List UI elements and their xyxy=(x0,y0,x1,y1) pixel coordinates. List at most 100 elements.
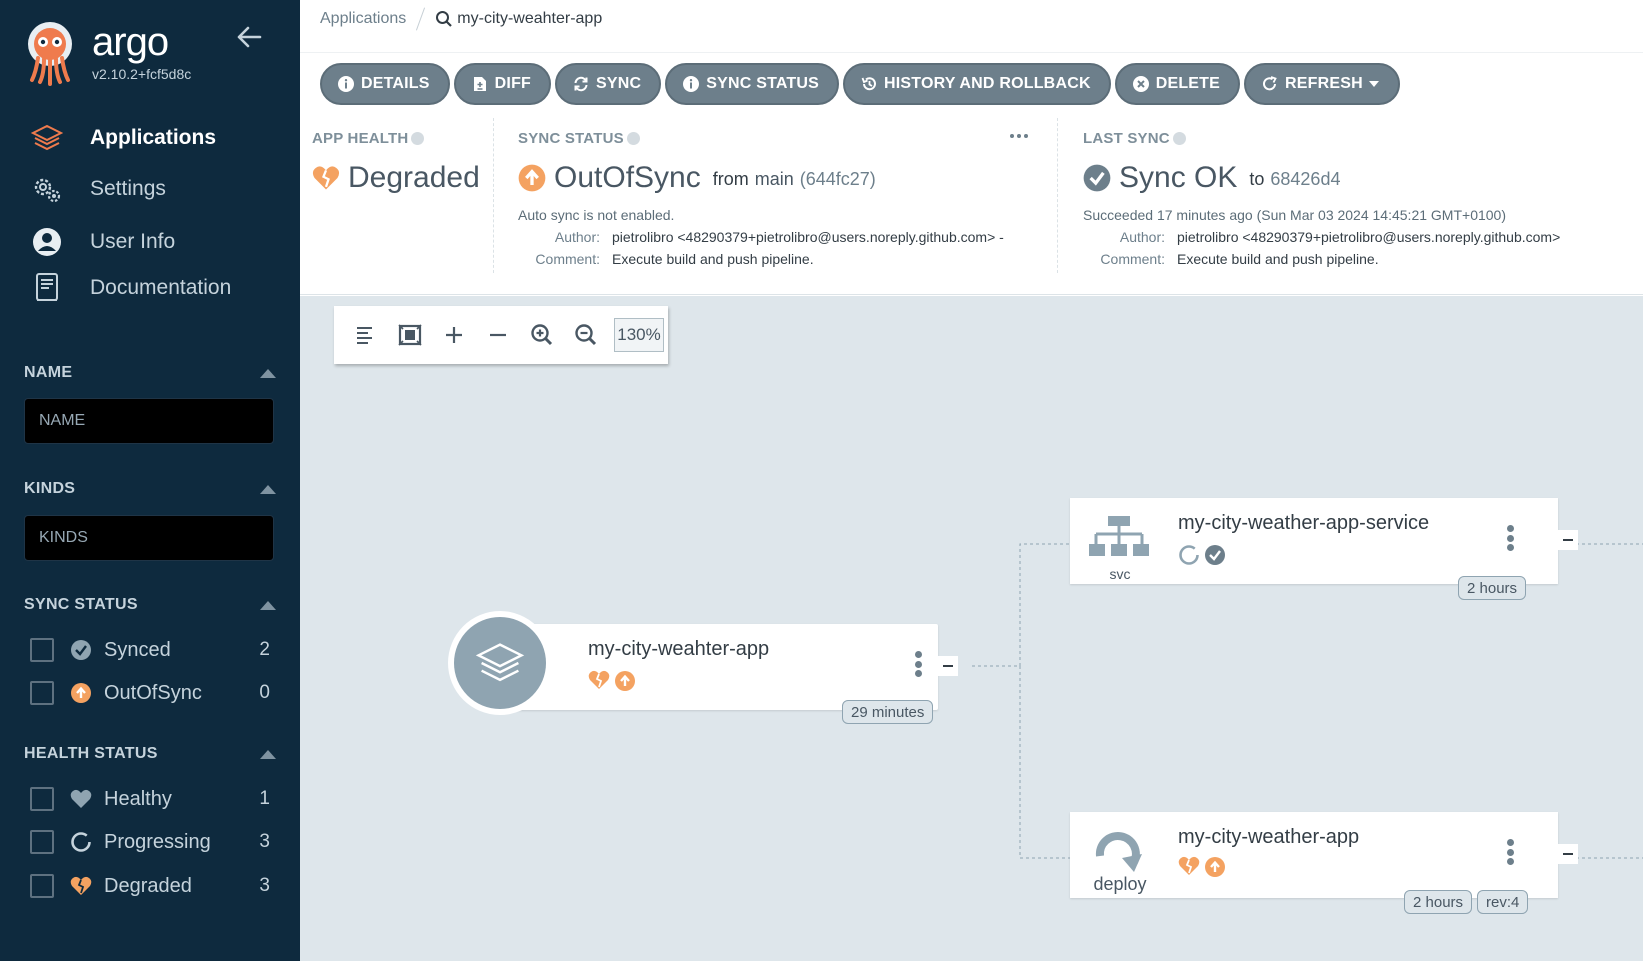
app-node[interactable]: my-city-weahter-app xyxy=(500,624,938,710)
revision-link[interactable]: (644fc27) xyxy=(800,169,876,190)
sidebar: argo v2.10.2+fcf5d8c Applications Settin… xyxy=(0,0,300,961)
revision-link[interactable]: 68426d4 xyxy=(1270,169,1340,190)
argo-logo xyxy=(28,22,72,86)
auto-sync-note: Auto sync is not enabled. xyxy=(518,207,675,223)
help-icon[interactable] xyxy=(626,132,640,145)
delete-button[interactable]: DELETE xyxy=(1114,63,1241,105)
last-sync-value: Sync OK to 68426d4 xyxy=(1083,161,1643,195)
collapse-triangle-icon[interactable] xyxy=(260,600,276,610)
filter-kinds-header: KINDS xyxy=(24,480,276,498)
check-circle-icon xyxy=(70,639,92,661)
history-icon xyxy=(861,76,877,92)
sync-status-section: SYNC STATUS OutOfSync from main (644fc27… xyxy=(518,130,1038,290)
history-rollback-button[interactable]: HISTORY AND ROLLBACK xyxy=(843,63,1111,105)
nav-label: User Info xyxy=(90,230,176,253)
sync-arrows-icon xyxy=(573,76,589,92)
rotate-arrow-icon xyxy=(1095,832,1142,872)
search-icon xyxy=(436,11,453,27)
diff-button[interactable]: DIFF xyxy=(453,63,552,105)
help-icon[interactable] xyxy=(1172,132,1186,145)
app-health-label: APP HEALTH xyxy=(312,130,492,147)
name-filter-input[interactable] xyxy=(24,398,274,444)
sync-status-button[interactable]: SYNC STATUS xyxy=(665,63,840,105)
collapse-triangle-icon[interactable] xyxy=(260,368,276,378)
nav-user-info[interactable]: User Info xyxy=(30,224,175,260)
filter-healthy[interactable]: Healthy 1 xyxy=(30,783,270,815)
help-icon[interactable] xyxy=(411,132,425,145)
nav-label: Applications xyxy=(90,126,217,149)
kinds-filter-input[interactable] xyxy=(24,515,274,561)
heart-broken-icon xyxy=(588,670,610,689)
button-label: DELETE xyxy=(1155,75,1221,92)
deploy-node[interactable]: deploy my-city-weather-app xyxy=(1070,812,1558,898)
service-node[interactable]: svc my-city-weather-app-service xyxy=(1070,498,1558,584)
resource-tree-canvas[interactable]: 130% my-city-weahter-app 29 minutes svc … xyxy=(300,296,1643,961)
arrow-up-circle-icon xyxy=(518,164,546,192)
collapse-node-toggle[interactable] xyxy=(938,656,958,676)
checkbox[interactable] xyxy=(30,681,54,705)
circle-notch-icon xyxy=(70,831,92,853)
node-title: my-city-weather-app-service xyxy=(1178,512,1430,534)
app-health-value: Degraded xyxy=(312,161,492,195)
checkbox[interactable] xyxy=(30,830,54,854)
nav-label: Documentation xyxy=(90,276,232,299)
button-label: SYNC STATUS xyxy=(706,75,820,92)
redo-icon xyxy=(1262,76,1278,92)
sync-status-value: OutOfSync from main (644fc27) xyxy=(518,161,1038,195)
filter-name-header: NAME xyxy=(24,364,276,382)
sync-button[interactable]: SYNC xyxy=(555,63,662,105)
collapse-node-toggle[interactable] xyxy=(1558,530,1578,550)
nav-settings[interactable]: Settings xyxy=(30,171,166,207)
node-title: my-city-weahter-app xyxy=(588,638,770,660)
filter-title: NAME xyxy=(24,364,73,381)
node-status-badges xyxy=(1178,544,1226,566)
times-circle-icon xyxy=(1132,76,1149,92)
age-tag: 2 hours xyxy=(1458,576,1527,600)
divider xyxy=(493,118,494,273)
breadcrumb-applications[interactable]: Applications xyxy=(320,10,406,28)
collapse-triangle-icon[interactable] xyxy=(260,749,276,759)
main-content: Applications my-city-weahter-app DETAILS… xyxy=(300,0,1643,961)
brand-name: argo xyxy=(92,20,169,64)
button-label: REFRESH xyxy=(1285,75,1363,92)
collapse-node-toggle[interactable] xyxy=(1558,844,1578,864)
info-circle-icon xyxy=(338,76,354,92)
layers-icon xyxy=(30,121,64,155)
filter-title: HEALTH STATUS xyxy=(24,745,158,762)
filter-sync-status-header: SYNC STATUS xyxy=(24,596,276,614)
filter-progressing[interactable]: Progressing 3 xyxy=(30,826,270,858)
breadcrumb-separator xyxy=(416,7,426,31)
nav-documentation[interactable]: Documentation xyxy=(30,270,231,306)
more-options-button[interactable] xyxy=(1010,132,1030,140)
app-toolbar: DETAILS DIFF SYNC SYNC STATUS HISTORY AN… xyxy=(320,63,1400,105)
button-label: DETAILS xyxy=(361,75,430,92)
details-button[interactable]: DETAILS xyxy=(320,63,450,105)
collapse-triangle-icon[interactable] xyxy=(260,484,276,494)
kebab-menu-icon[interactable] xyxy=(1502,836,1518,868)
checkbox[interactable] xyxy=(30,638,54,662)
collapse-sidebar-arrow-icon[interactable] xyxy=(234,24,264,50)
kebab-menu-icon[interactable] xyxy=(910,648,926,680)
sync-comment-row: Comment: Execute build and push pipeline… xyxy=(535,251,814,267)
heart-broken-icon xyxy=(1178,856,1200,875)
app-node-icon-wrap xyxy=(448,611,552,715)
filter-outofsync[interactable]: OutOfSync 0 xyxy=(30,677,270,709)
divider xyxy=(300,52,1643,53)
last-sync-section: LAST SYNC Sync OK to 68426d4 Succeeded 1… xyxy=(1083,130,1643,290)
filter-title: KINDS xyxy=(24,480,76,497)
breadcrumb: Applications my-city-weahter-app xyxy=(320,6,602,32)
filter-synced[interactable]: Synced 2 xyxy=(30,634,270,666)
kind-label: deploy xyxy=(1093,874,1147,894)
checkbox[interactable] xyxy=(30,874,54,898)
button-label: DIFF xyxy=(494,75,532,92)
filter-label: Degraded xyxy=(104,874,192,897)
sitemap-icon xyxy=(1089,516,1149,556)
revision-tag: rev:4 xyxy=(1477,890,1529,914)
sync-author-row: Author: pietrolibro <48290379+pietrolibr… xyxy=(554,229,1004,245)
node-status-badges xyxy=(1178,856,1226,878)
nav-applications[interactable]: Applications xyxy=(30,120,216,156)
refresh-button[interactable]: REFRESH xyxy=(1244,63,1400,105)
filter-degraded[interactable]: Degraded 3 xyxy=(30,870,270,902)
checkbox[interactable] xyxy=(30,787,54,811)
kebab-menu-icon[interactable] xyxy=(1502,522,1518,554)
